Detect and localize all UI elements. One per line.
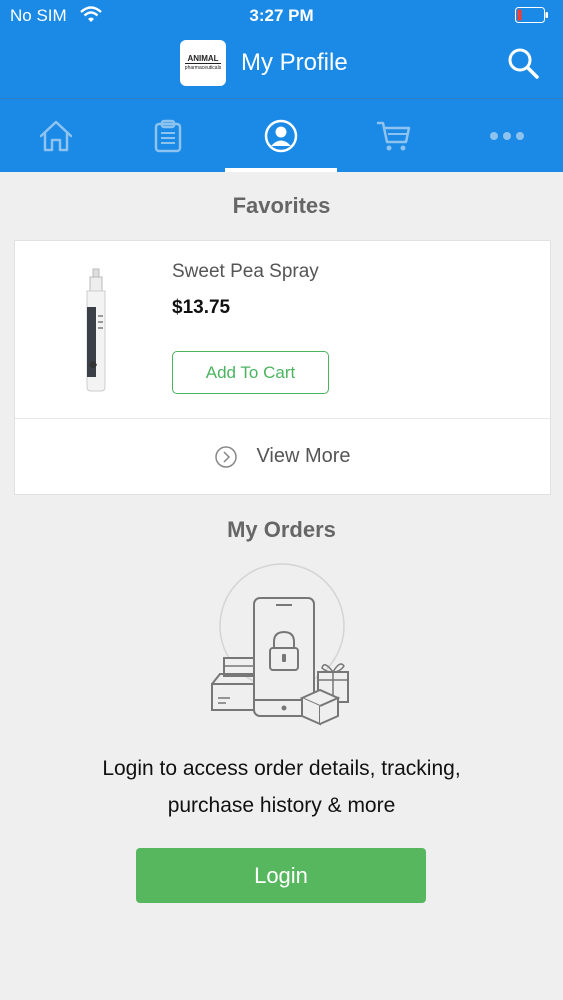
add-to-cart-button[interactable]: Add To Cart: [172, 351, 329, 394]
product-price: $13.75: [172, 297, 231, 318]
user-icon: [264, 119, 298, 152]
login-message: Login to access order details, tracking,…: [0, 750, 563, 824]
product-name[interactable]: Sweet Pea Spray: [172, 261, 319, 283]
tab-orders[interactable]: [112, 99, 224, 172]
brand-logo[interactable]: ANIMAL pharmaceuticals: [180, 40, 226, 86]
home-icon: [39, 120, 73, 151]
favorites-card: Sweet Pea Spray $13.75 Add To Cart View …: [14, 240, 551, 495]
status-bar: No SIM 3:27 PM: [0, 0, 563, 32]
battery-low-icon: [515, 7, 548, 23]
more-icon: [490, 131, 524, 140]
page-title: My Profile: [241, 49, 348, 76]
tab-home[interactable]: [0, 99, 112, 172]
login-message-line2: purchase history & more: [167, 794, 396, 817]
orders-title: My Orders: [227, 517, 336, 542]
tab-bar: [0, 98, 563, 172]
logo-text: ANIMAL: [187, 53, 219, 63]
view-more-label: View More: [256, 445, 351, 467]
tab-profile[interactable]: [225, 99, 337, 172]
favorites-title: Favorites: [232, 193, 331, 218]
view-more-link[interactable]: View More: [15, 419, 550, 494]
locked-phone-illustration: [211, 563, 349, 726]
cart-icon: [376, 121, 411, 150]
clock: 3:27 PM: [249, 6, 314, 25]
tab-cart[interactable]: [338, 99, 450, 172]
login-message-line1: Login to access order details, tracking,: [102, 757, 461, 780]
tab-more[interactable]: [451, 99, 563, 172]
login-button[interactable]: Login: [136, 848, 426, 903]
logo-subtext: pharmaceuticals: [184, 62, 222, 71]
product-image[interactable]: [73, 267, 119, 393]
chevron-right-icon: [215, 445, 238, 468]
app-header: No SIM 3:27 PM ANIMAL pharmaceuticals My…: [0, 0, 563, 172]
search-icon[interactable]: [506, 46, 540, 80]
clipboard-icon: [154, 119, 182, 152]
title-row: ANIMAL pharmaceuticals My Profile: [0, 36, 563, 92]
